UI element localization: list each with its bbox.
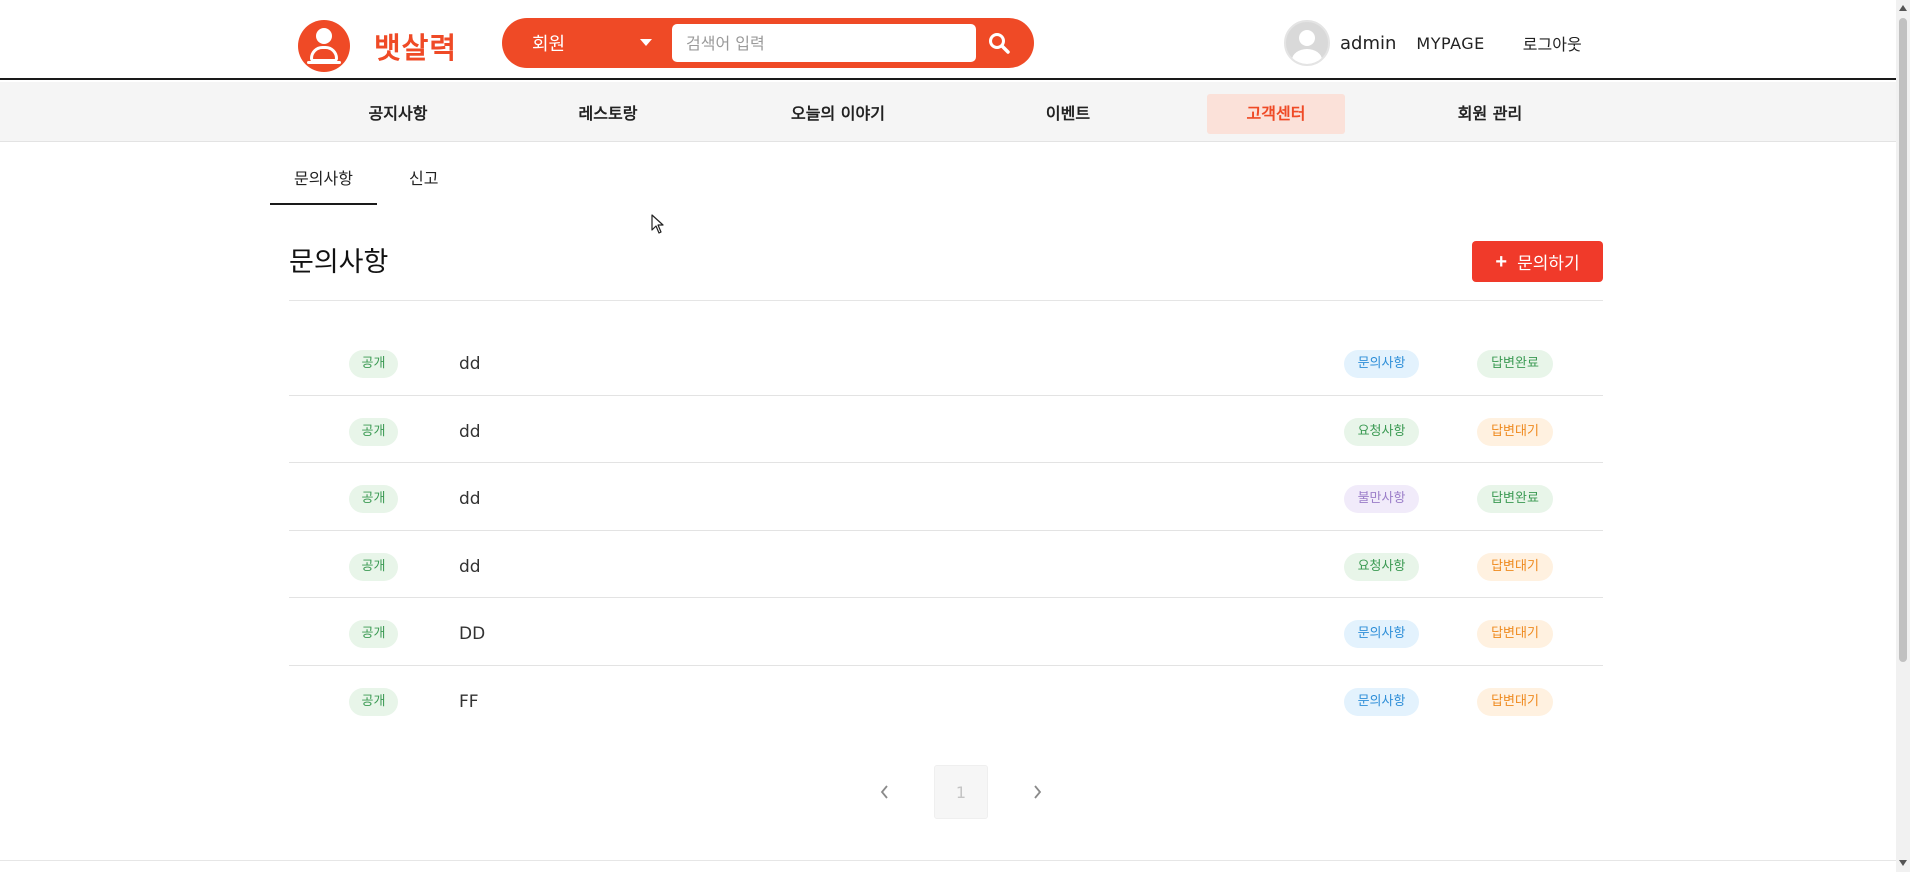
chevron-down-icon — [640, 39, 652, 46]
mypage-link[interactable]: MYPAGE — [1416, 34, 1484, 53]
prev-page-button[interactable] — [870, 777, 900, 807]
category-badge: 문의사항 — [1344, 350, 1419, 378]
list-item[interactable]: 공개 dd 문의사항 답변완료 — [289, 328, 1603, 396]
tab-inquiry[interactable]: 문의사항 — [270, 160, 377, 205]
scroll-up-icon[interactable] — [1899, 5, 1907, 11]
inquiry-list: 공개 dd 문의사항 답변완료 공개 dd 요청사항 답변대기 공개 dd 불만… — [289, 328, 1603, 734]
footer-divider — [0, 860, 1896, 861]
ask-button-label: 문의하기 — [1517, 254, 1580, 273]
status-badge: 답변대기 — [1477, 417, 1553, 446]
ask-button[interactable]: + 문의하기 — [1472, 241, 1603, 282]
nav-item-event[interactable]: 이벤트 — [1018, 94, 1118, 134]
search-category-value: 회원 — [532, 34, 566, 55]
category-badge: 문의사항 — [1344, 620, 1419, 649]
header: 뱃살력 회원 admin MYPAGE 로그아웃 — [0, 0, 1896, 80]
vertical-scrollbar[interactable] — [1896, 0, 1910, 872]
next-page-button[interactable] — [1022, 777, 1052, 807]
nav-item-todays-story[interactable]: 오늘의 이야기 — [770, 94, 906, 134]
search-icon — [989, 33, 1010, 54]
visibility-badge: 공개 — [349, 687, 398, 716]
inquiry-title[interactable]: dd — [459, 553, 481, 581]
plus-icon: + — [1495, 250, 1508, 273]
user-menu: admin MYPAGE 로그아웃 — [1284, 20, 1582, 66]
status-badge: 답변대기 — [1477, 687, 1553, 716]
divider — [289, 300, 1603, 301]
category-badge: 요청사항 — [1344, 417, 1419, 446]
status-badge: 답변완료 — [1477, 350, 1553, 378]
user-avatar-icon[interactable] — [1284, 20, 1330, 66]
nav-item-notice[interactable]: 공지사항 — [348, 94, 448, 134]
inquiry-title[interactable]: FF — [459, 688, 479, 716]
list-item[interactable]: 공개 dd 요청사항 답변대기 — [289, 531, 1603, 599]
scrollbar-thumb[interactable] — [1899, 18, 1907, 662]
visibility-badge: 공개 — [349, 485, 398, 514]
page-title: 문의사항 — [289, 247, 389, 278]
main-nav: 공지사항 레스토랑 오늘의 이야기 이벤트 고객센터 회원 관리 — [0, 82, 1896, 142]
inquiry-title[interactable]: dd — [459, 418, 481, 446]
chef-logo-icon — [298, 20, 350, 72]
logout-link[interactable]: 로그아웃 — [1523, 31, 1582, 55]
search-button[interactable] — [984, 18, 1018, 68]
status-badge: 답변대기 — [1477, 552, 1553, 581]
status-badge: 답변완료 — [1477, 485, 1553, 514]
category-badge: 문의사항 — [1344, 687, 1419, 716]
chevron-left-icon — [880, 785, 888, 799]
nav-item-member-management[interactable]: 회원 관리 — [1440, 94, 1540, 134]
inquiry-title[interactable]: dd — [459, 485, 481, 513]
logo-text: 뱃살력 — [374, 31, 458, 65]
inquiry-title[interactable]: dd — [459, 350, 481, 378]
scroll-down-icon[interactable] — [1899, 860, 1907, 866]
sub-tabs: 문의사항 신고 — [270, 160, 456, 205]
category-badge: 요청사항 — [1344, 552, 1419, 581]
list-item[interactable]: 공개 dd 불만사항 답변완료 — [289, 463, 1603, 531]
list-item[interactable]: 공개 dd 요청사항 답변대기 — [289, 396, 1603, 464]
inquiry-title[interactable]: DD — [459, 620, 485, 648]
list-item[interactable]: 공개 FF 문의사항 답변대기 — [289, 666, 1603, 734]
search-bar: 회원 — [502, 18, 1034, 68]
visibility-badge: 공개 — [349, 620, 398, 649]
mouse-cursor-icon — [651, 214, 664, 234]
page-number-current[interactable]: 1 — [934, 765, 988, 819]
nav-item-customer-center[interactable]: 고객센터 — [1207, 94, 1345, 134]
category-badge: 불만사항 — [1344, 485, 1419, 514]
tab-report[interactable]: 신고 — [391, 160, 456, 205]
status-badge: 답변대기 — [1477, 620, 1553, 649]
logo[interactable]: 뱃살력 — [298, 20, 457, 72]
chevron-right-icon — [1034, 785, 1042, 799]
pagination: 1 — [870, 765, 1052, 819]
username: admin — [1340, 32, 1397, 54]
visibility-badge: 공개 — [349, 350, 398, 378]
search-category-select[interactable]: 회원 — [532, 18, 652, 68]
list-item[interactable]: 공개 DD 문의사항 답변대기 — [289, 598, 1603, 666]
search-input[interactable] — [672, 24, 976, 62]
visibility-badge: 공개 — [349, 417, 398, 446]
page: 뱃살력 회원 admin MYPAGE 로그아웃 공지사항 레스토랑 — [0, 0, 1910, 872]
nav-item-restaurant[interactable]: 레스토랑 — [558, 94, 658, 134]
visibility-badge: 공개 — [349, 552, 398, 581]
